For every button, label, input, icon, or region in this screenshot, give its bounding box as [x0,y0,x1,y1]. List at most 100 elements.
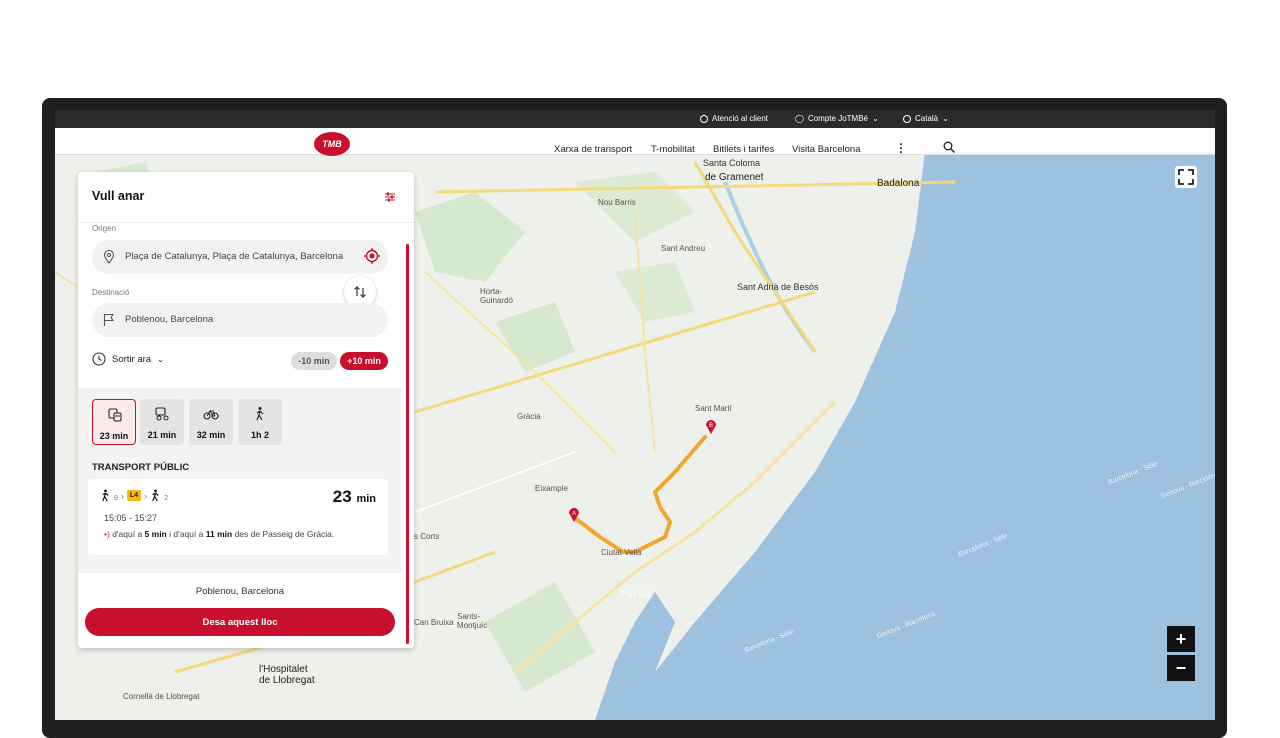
panel-scrollbar[interactable] [406,244,409,644]
chevron-down-icon: ⌄ [871,114,879,123]
modes-section: 23 min 21 min 32 min 1h 2 TRANSPORT PÚBL… [78,388,402,573]
location-pin-icon [103,250,115,264]
screen: Santa Coloma de Gramenet Badalona Nou Ba… [55,110,1215,720]
departure-selector[interactable]: Sortir ara ⌄ [92,352,164,366]
walk-icon [102,489,109,502]
help-icon [700,114,708,123]
search-icon[interactable] [943,141,955,153]
mode-duration: 23 min [99,431,129,441]
destination-name: Poblenou, Barcelona [195,586,285,597]
map-label-les-corts: s Corts [414,532,440,541]
mode-public-transport[interactable]: 23 min [92,399,136,445]
route-times: 15:05 - 15:27 [104,513,158,523]
origin-pin[interactable]: A [568,506,580,522]
filter-settings-icon[interactable] [384,191,396,203]
panel-title: Vull anar [92,189,145,203]
map-label-ciutat-vella: Ciutat Vella [601,548,642,557]
map-label-sant-marti: Sant Martí [695,404,732,413]
support-label: Atenció al client [712,114,769,123]
section-title: TRANSPORT PÚBLIC [92,462,190,473]
next-second: 11 min [205,529,233,539]
user-icon: ◯ [795,114,804,123]
account-label: Compte JoTMBé [807,114,868,123]
svg-text:B: B [709,423,713,429]
origin-label: Origen [92,224,117,233]
walk-minutes: 2 [164,495,168,502]
zoom-in-button[interactable]: + [1167,626,1195,652]
route-planner-panel: Vull anar Origen Plaça de Catalunya, Pla… [78,172,414,648]
chevron-down-icon: ⌄ [942,114,949,123]
map-label-gracia: Gràcia [517,412,541,421]
svg-text:A: A [572,511,576,517]
destination-value: Poblenou, Barcelona [125,314,214,325]
language-label: Català [915,114,939,123]
map-label-de-gramenet: de Gramenet [705,172,764,183]
fullscreen-icon[interactable] [1175,166,1197,188]
map-label-hospitalet: l'Hospitalet de Llobregat [259,664,315,686]
metro-line-badge: L4 [126,490,142,501]
next-departures: •) d'aquí a 5 min i d'aquí a 11 min des … [104,529,334,539]
route-option-card[interactable]: 9 › L4 › 2 23 min 15:05 - 15:27 •) d'aqu… [88,479,388,555]
map-label-nou-barris: Nou Barris [598,198,636,207]
globe-icon [903,114,911,123]
divider [78,222,414,223]
clock-icon [92,352,106,366]
mode-duration: 1h 2 [250,430,269,440]
map-label-sants: Sants- Montjuïc [457,612,488,630]
save-place-button[interactable]: Desa aquest lloc [85,608,395,636]
current-location-icon[interactable] [364,248,380,264]
more-menu-icon[interactable]: ⋮ [895,141,907,155]
route-steps: 9 › L4 › 2 [100,489,168,502]
mode-duration: 32 min [196,430,226,440]
chevron-down-icon: ⌄ [157,354,164,364]
mode-bus-bike[interactable]: 21 min [140,399,184,445]
next-post: des de Passeig de Gràcia. [234,529,335,539]
nav-visita[interactable]: Visita Barcelona [792,144,860,155]
walk-icon [152,489,159,502]
bus-bike-icon [155,407,169,421]
map-label-port-vell: Port Vell [621,590,651,599]
map-label-can-bruixa: Can Bruixa [414,618,454,627]
language-menu[interactable]: Català ⌄ [903,114,949,123]
support-link[interactable]: Atenció al client [700,114,768,123]
chevron-right-icon: › [120,490,124,501]
map-label-sant-andreu: Sant Andreu [661,244,706,253]
map-label-eixample: Eixample [535,484,568,493]
destination-pin[interactable]: B [705,418,717,434]
utility-bar: Atenció al client ◯ Compte JoTMBé ⌄ Cata… [55,110,1215,128]
map-label-santa-coloma: Santa Coloma [703,158,761,168]
main-nav: TMB Xarxa de transport T-mobilitat Bitll… [55,128,1215,156]
mode-walk[interactable]: 1h 2 [238,399,282,445]
destination-field[interactable]: Poblenou, Barcelona [92,303,388,337]
zoom-out-button[interactable]: − [1167,655,1195,681]
departure-label: Sortir ara [112,353,152,365]
chevron-right-icon: › [144,490,148,501]
origin-value: Plaça de Catalunya, Plaça de Catalunya, … [125,251,344,262]
realtime-icon: •) [104,529,110,539]
map-label-horta: Horta- Guinardó [480,287,513,305]
next-pre: d'aquí a [112,529,143,539]
duration-value: 23 [332,487,352,506]
plus-10-button[interactable]: +10 min [340,352,388,370]
next-first: 5 min [144,529,167,539]
map-label-badalona: Badalona [877,178,920,189]
next-mid: i d'aquí a [169,529,204,539]
mode-bike[interactable]: 32 min [189,399,233,445]
mode-duration: 21 min [147,430,177,440]
minus-10-button[interactable]: -10 min [291,352,337,370]
destination-label: Destinació [92,288,130,297]
bus-metro-icon [108,408,122,422]
nav-xarxa[interactable]: Xarxa de transport [554,144,632,155]
route-duration: 23 min [333,487,376,507]
tmb-logo[interactable]: TMB [314,132,350,156]
account-menu[interactable]: ◯ Compte JoTMBé ⌄ [795,114,879,123]
bike-icon [203,410,219,420]
origin-field[interactable]: Plaça de Catalunya, Plaça de Catalunya, … [92,240,388,274]
nav-bitllets[interactable]: Bitllets i tarifes [713,144,774,155]
duration-unit: min [356,493,376,505]
walk-icon [256,407,264,421]
nav-t-mobilitat[interactable]: T-mobilitat [651,144,695,155]
walk-minutes: 9 [114,495,118,502]
map-label-cornella: Cornellà de Llobregat [123,692,200,701]
flag-icon [103,313,115,326]
